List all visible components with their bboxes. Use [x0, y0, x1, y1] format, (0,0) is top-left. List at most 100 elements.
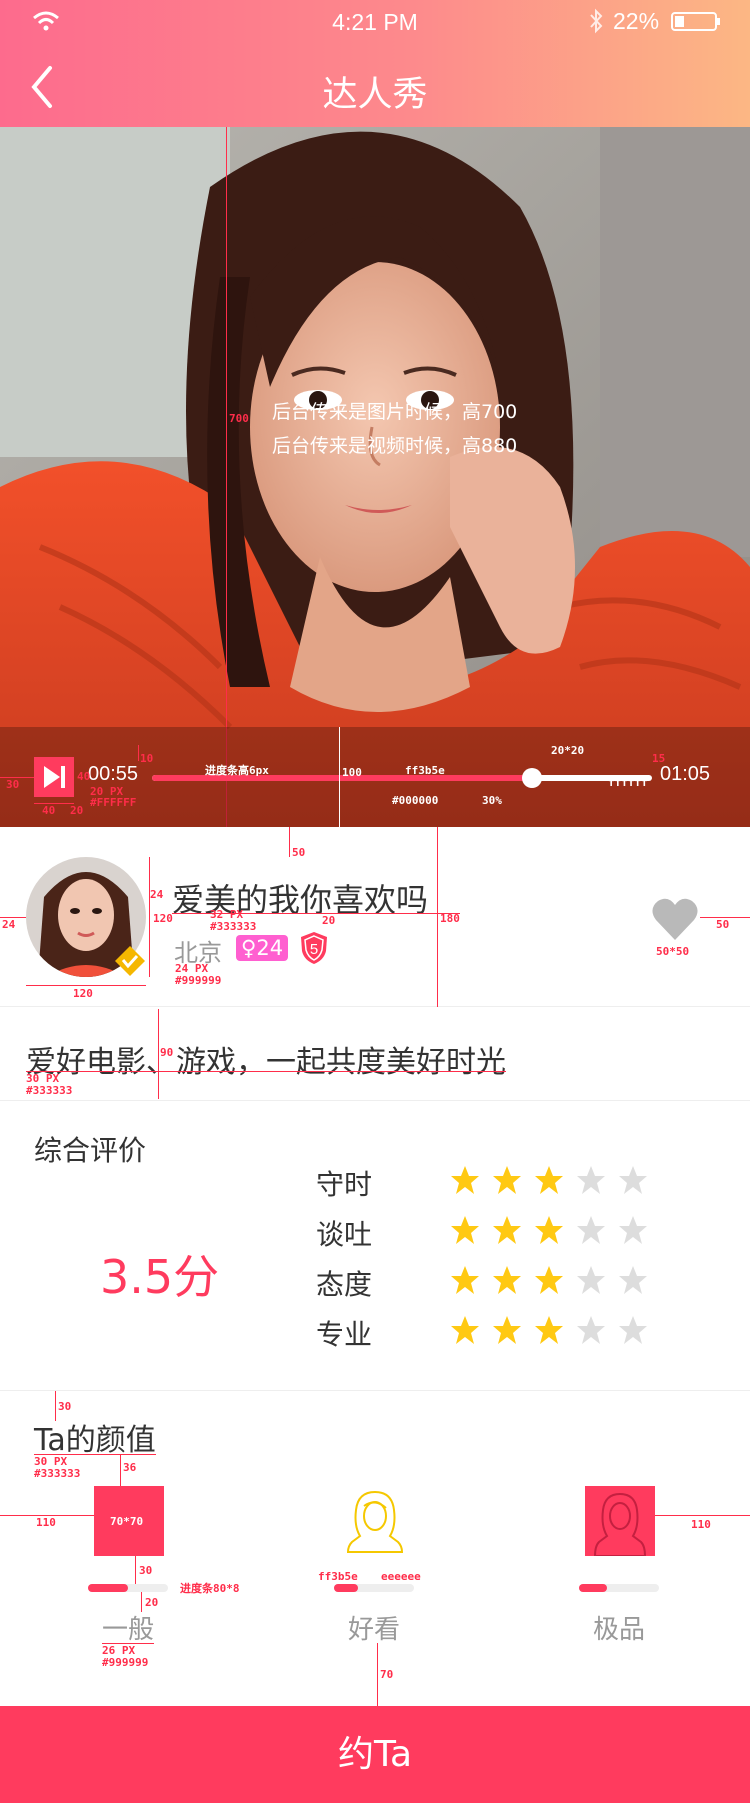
star-filled-icon[interactable]	[492, 1265, 522, 1295]
spec-label: ffffff	[608, 776, 648, 789]
spec-label: 32 PX	[210, 908, 244, 921]
media-note-image: 后台传来是图片时候，高700	[272, 401, 518, 423]
look-level-fill	[334, 1584, 358, 1592]
star-empty-icon[interactable]	[618, 1215, 648, 1245]
dimension-label: 40	[77, 770, 91, 783]
dimension-line	[135, 1556, 136, 1584]
dimension-label: 700	[229, 412, 249, 425]
spec-label: 30%	[482, 794, 502, 807]
star-filled-icon[interactable]	[534, 1165, 564, 1195]
star-empty-icon[interactable]	[618, 1265, 648, 1295]
dimension-label: 30	[6, 778, 20, 791]
spec-label: 70*70	[110, 1515, 144, 1528]
dimension-line	[437, 827, 438, 1007]
dimension-label: 40	[42, 804, 56, 817]
dimension-label: 100	[342, 766, 362, 779]
star-rating[interactable]	[450, 1315, 660, 1349]
level-value: 5	[310, 941, 318, 958]
look-level-bar	[334, 1584, 414, 1592]
star-rating[interactable]	[450, 1265, 660, 1299]
star-filled-icon[interactable]	[534, 1315, 564, 1345]
dimension-line	[120, 1455, 121, 1486]
star-empty-icon[interactable]	[618, 1165, 648, 1195]
status-bar: 4:21 PM 22%	[0, 0, 750, 44]
star-filled-icon[interactable]	[492, 1315, 522, 1345]
heart-icon[interactable]	[650, 895, 700, 945]
look-level-fill	[579, 1584, 607, 1592]
spec-label: #999999	[102, 1656, 149, 1669]
spec-label: 进度条80*8	[180, 1582, 240, 1595]
woman-outline-icon[interactable]	[340, 1486, 410, 1556]
portrait-photo	[0, 127, 750, 827]
dimension-label: 15	[652, 752, 666, 765]
look-option-label[interactable]: 好看	[314, 1609, 434, 1646]
rating-label: 专业	[316, 1318, 373, 1351]
dimension-line	[655, 1515, 750, 1516]
star-rating[interactable]	[450, 1215, 660, 1249]
spec-label: eeeeee	[381, 1570, 421, 1583]
rating-label: 谈吐	[316, 1218, 373, 1251]
spec-label: ff3b5e	[318, 1570, 358, 1583]
star-filled-icon[interactable]	[534, 1265, 564, 1295]
dimension-label: 20	[145, 1596, 159, 1609]
star-filled-icon[interactable]	[492, 1165, 522, 1195]
level-badge: 5	[301, 932, 327, 964]
rating-label: 守时	[316, 1168, 373, 1201]
spec-label: ff3b5e	[405, 764, 445, 777]
dimension-label: 50	[716, 918, 730, 931]
dimension-label: 90	[160, 1046, 174, 1059]
star-filled-icon[interactable]	[450, 1215, 480, 1245]
dimension-label: 120	[153, 912, 173, 925]
media-viewer[interactable]: 后台传来是图片时候，高700 后台传来是视频时候，高880 700 00:55 …	[0, 127, 750, 827]
dimension-label: 20	[322, 914, 336, 927]
date-ta-button[interactable]: 约Ta	[0, 1706, 750, 1803]
battery-icon	[671, 12, 720, 31]
spec-label: 30 PX	[26, 1072, 60, 1085]
dimension-label: 50	[292, 846, 306, 859]
spec-label: #000000	[392, 794, 439, 807]
woman-filled-icon[interactable]	[585, 1486, 655, 1556]
star-filled-icon[interactable]	[534, 1215, 564, 1245]
star-filled-icon[interactable]	[492, 1215, 522, 1245]
dimension-label: 24	[150, 888, 164, 901]
verified-icon	[115, 946, 145, 976]
spec-label: 20*20	[551, 744, 585, 757]
progress-handle[interactable]	[522, 768, 542, 788]
dimension-line	[226, 127, 227, 827]
spec-label: #999999	[175, 974, 222, 987]
star-filled-icon[interactable]	[450, 1265, 480, 1295]
star-empty-icon[interactable]	[576, 1215, 606, 1245]
star-filled-icon[interactable]	[450, 1165, 480, 1195]
star-empty-icon[interactable]	[576, 1265, 606, 1295]
dimension-line	[55, 1391, 56, 1421]
dimension-label: 70	[380, 1668, 394, 1681]
dimension-line	[26, 985, 146, 986]
dimension-label: 120	[73, 987, 93, 1000]
dimension-line	[339, 727, 340, 827]
spec-label: #333333	[210, 920, 257, 933]
bluetooth-icon	[590, 8, 603, 34]
dimension-line	[377, 1643, 378, 1706]
page-title: 达人秀	[322, 75, 428, 115]
nav-header: 4:21 PM 22% 达人秀	[0, 0, 750, 127]
dimension-line	[172, 913, 460, 914]
look-option-label[interactable]: 极品	[559, 1609, 679, 1646]
spec-label: #333333	[34, 1467, 81, 1480]
play-button[interactable]	[34, 757, 74, 797]
dimension-line	[141, 1592, 142, 1612]
looks-title: Ta的颜值	[34, 1423, 156, 1458]
spec-label: 24 PX	[175, 962, 209, 975]
rating-label: 态度	[316, 1268, 373, 1301]
rating-title: 综合评价	[34, 1134, 147, 1167]
look-level-bar	[579, 1584, 659, 1592]
star-rating[interactable]	[450, 1165, 660, 1199]
star-empty-icon[interactable]	[576, 1165, 606, 1195]
rating-row: 守时	[316, 1161, 696, 1201]
spec-label: 进度条高6px	[205, 764, 269, 777]
star-empty-icon[interactable]	[618, 1315, 648, 1345]
star-empty-icon[interactable]	[576, 1315, 606, 1345]
look-option-label[interactable]: 一般	[68, 1609, 188, 1646]
star-filled-icon[interactable]	[450, 1315, 480, 1345]
rating-row: 专业	[316, 1311, 696, 1351]
media-note-video: 后台传来是视频时候，高880	[272, 435, 518, 457]
